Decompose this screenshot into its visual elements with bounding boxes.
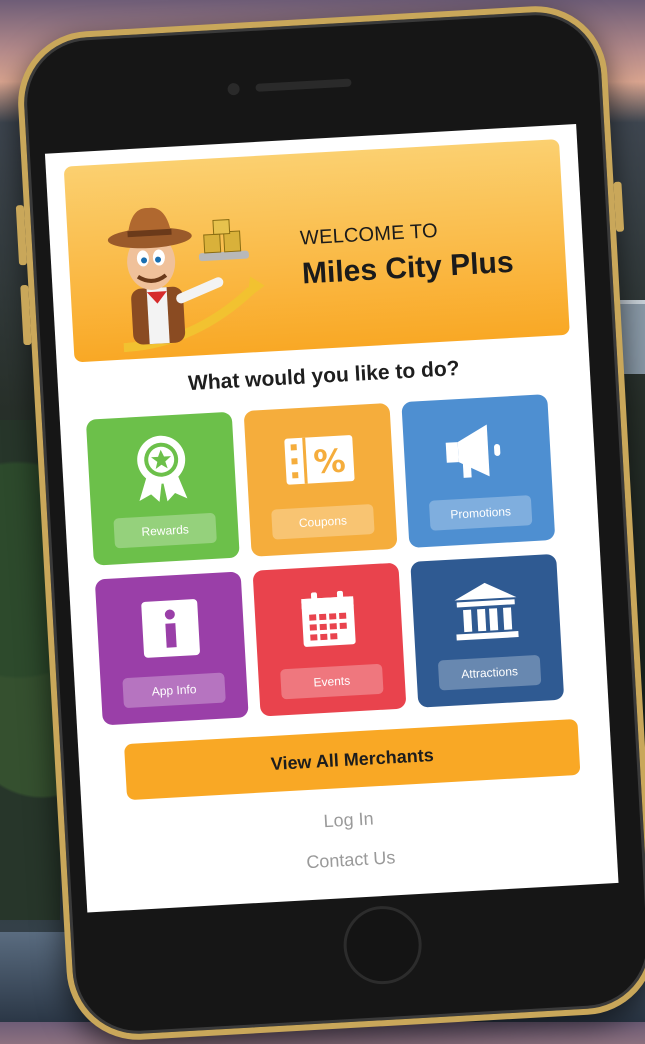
action-grid: Rewards % Coupons Promotions App Info Ev… <box>85 393 583 729</box>
rewards-label: Rewards <box>113 512 217 549</box>
svg-text:%: % <box>312 441 346 481</box>
app-info-tile[interactable]: App Info <box>94 571 249 726</box>
contact-us-link[interactable]: Contact Us <box>85 835 617 886</box>
coupons-tile[interactable]: % Coupons <box>243 402 398 557</box>
rewards-tile[interactable]: Rewards <box>85 411 240 566</box>
rewards-ribbon-icon <box>87 430 237 508</box>
coupon-percent-icon: % <box>245 421 395 499</box>
megaphone-icon <box>402 412 552 490</box>
attractions-tile[interactable]: Attractions <box>410 553 565 708</box>
promotions-label: Promotions <box>428 495 533 531</box>
view-all-merchants-button[interactable]: View All Merchants <box>124 718 581 801</box>
log-in-link[interactable]: Log In <box>82 795 614 846</box>
promotions-tile[interactable]: Promotions <box>401 394 556 548</box>
info-icon <box>96 589 246 667</box>
welcome-banner: WELCOME TO Miles City Plus <box>63 139 570 363</box>
calendar-icon <box>254 581 404 659</box>
cowboy-mascot-icon <box>107 207 265 353</box>
landmark-icon <box>411 572 561 650</box>
app-info-label: App Info <box>122 672 226 709</box>
phone-mockup: WELCOME TO Miles City Plus What would yo… <box>14 2 645 1044</box>
attractions-label: Attractions <box>437 654 542 691</box>
welcome-label: WELCOME TO <box>299 219 439 250</box>
coupons-label: Coupons <box>271 503 375 540</box>
events-label: Events <box>280 663 384 700</box>
power-button <box>613 181 625 232</box>
events-tile[interactable]: Events <box>252 562 407 717</box>
app-title: Miles City Plus <box>301 245 515 291</box>
app-screen: WELCOME TO Miles City Plus What would yo… <box>44 124 619 913</box>
